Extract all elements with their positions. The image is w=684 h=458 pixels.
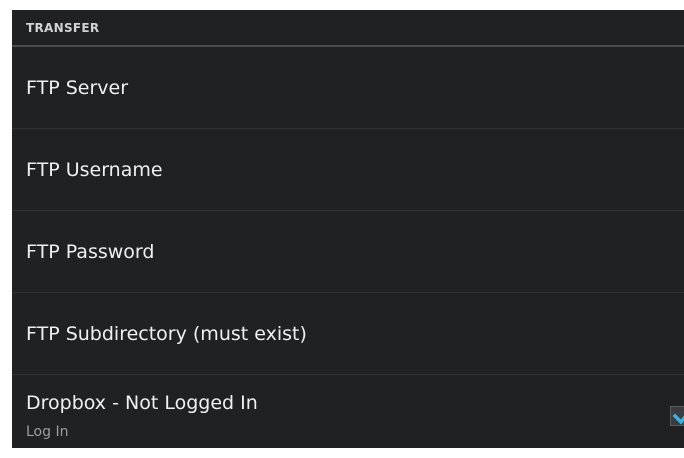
pref-title: FTP Password (26, 240, 155, 263)
pref-title: FTP Subdirectory (must exist) (26, 322, 307, 345)
pref-title: FTP Server (26, 76, 129, 99)
pref-title: FTP Username (26, 158, 163, 181)
section-header-transfer: TRANSFER (12, 10, 684, 47)
checkmark-icon (672, 413, 684, 425)
settings-screen: TRANSFER FTP Server FTP Username FTP Pas… (12, 10, 684, 448)
pref-ftp-subdirectory[interactable]: FTP Subdirectory (must exist) (12, 293, 684, 375)
pref-ftp-password[interactable]: FTP Password (12, 211, 684, 293)
pref-title: Dropbox - Not Logged In (26, 392, 258, 414)
pref-ftp-server[interactable]: FTP Server (12, 47, 684, 129)
pref-dropbox[interactable]: Dropbox - Not Logged In Log In (12, 375, 684, 448)
dropbox-checkbox[interactable] (670, 406, 684, 426)
pref-summary: Log In (26, 424, 69, 440)
pref-ftp-username[interactable]: FTP Username (12, 129, 684, 211)
